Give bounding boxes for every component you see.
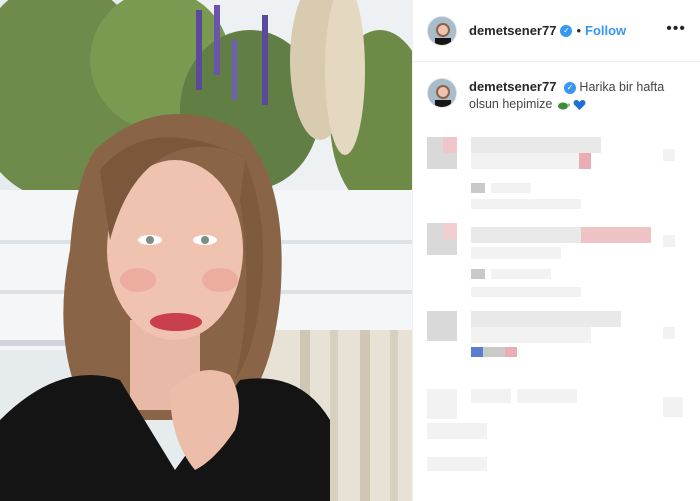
- caption-avatar[interactable]: [427, 78, 457, 108]
- blurred-block: [471, 137, 601, 153]
- blurred-comments: [413, 127, 700, 487]
- follow-button[interactable]: Follow: [585, 23, 626, 38]
- blurred-block: [663, 149, 675, 161]
- blurred-avatar: [427, 389, 457, 419]
- header-username[interactable]: demetsener77: [469, 23, 556, 38]
- avatar[interactable]: [427, 15, 457, 46]
- more-options-icon[interactable]: •••: [666, 21, 686, 37]
- blurred-block: [443, 137, 457, 153]
- separator-dot: •: [576, 23, 582, 38]
- blurred-block: [427, 423, 487, 439]
- blurred-block: [663, 327, 675, 339]
- blurred-block: [427, 153, 457, 169]
- blurred-block: [491, 269, 551, 279]
- blurred-block: [471, 269, 485, 279]
- blurred-block: [505, 347, 517, 357]
- blurred-block: [471, 227, 581, 243]
- turtle-emoji-icon: [557, 102, 570, 110]
- avatar-image: [428, 16, 456, 45]
- post-side-panel: demetsener77 ✓ • Follow ••• demetsener77…: [412, 0, 700, 501]
- post-caption: demetsener77 ✓ Harika bir hafta olsun he…: [413, 62, 700, 113]
- blurred-block: [663, 397, 683, 417]
- post-photo[interactable]: [0, 0, 412, 501]
- post-image: [0, 0, 412, 501]
- blurred-block: [483, 347, 505, 357]
- blurred-block: [471, 347, 483, 357]
- blurred-block: [471, 183, 485, 193]
- blurred-block: [427, 239, 457, 255]
- blurred-block: [581, 227, 651, 243]
- caption-avatar-image: [428, 79, 456, 107]
- blurred-block: [471, 287, 581, 297]
- blurred-block: [471, 153, 581, 169]
- blurred-block: [517, 389, 577, 403]
- blurred-block: [443, 223, 457, 239]
- blurred-block: [491, 183, 531, 193]
- blurred-avatar: [427, 311, 457, 341]
- caption-verified-icon: ✓: [563, 81, 576, 94]
- blurred-avatar: [427, 223, 443, 239]
- blurred-block: [471, 389, 511, 403]
- blurred-block: [427, 457, 487, 471]
- post-header: demetsener77 ✓ • Follow •••: [413, 0, 700, 62]
- blurred-block: [471, 327, 591, 343]
- blurred-block: [471, 199, 581, 209]
- blurred-block: [471, 311, 621, 327]
- blurred-block: [471, 247, 561, 259]
- verified-icon: ✓: [560, 24, 573, 37]
- blurred-avatar: [427, 137, 443, 153]
- blue-heart-emoji-icon: [573, 99, 586, 110]
- blurred-block: [579, 153, 591, 169]
- caption-username[interactable]: demetsener77: [469, 79, 556, 94]
- blurred-block: [663, 235, 675, 247]
